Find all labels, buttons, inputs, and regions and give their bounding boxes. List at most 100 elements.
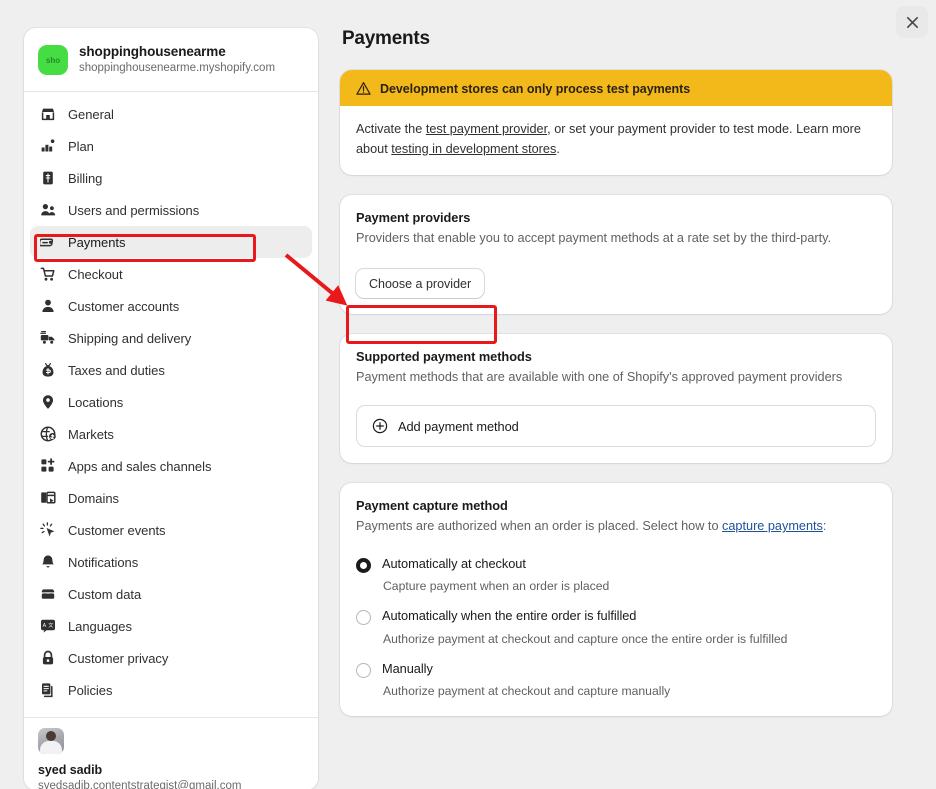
billing-receipt-icon <box>40 170 56 186</box>
cart-icon <box>40 266 56 282</box>
payment-card-icon <box>40 234 56 250</box>
capture-option-help: Authorize payment at checkout and captur… <box>383 684 671 699</box>
chart-plan-icon <box>40 138 56 154</box>
svg-text:文: 文 <box>48 621 54 629</box>
capture-option-3[interactable]: Manually Authorize payment at checkout an… <box>356 661 876 701</box>
user-footer[interactable]: syed sadib syedsadib.contentstrategist@g… <box>24 717 318 789</box>
sidebar-item-customer-accounts[interactable]: Customer accounts <box>30 290 312 322</box>
sidebar-item-domains[interactable]: Domains <box>30 482 312 514</box>
choose-a-provider-button[interactable]: Choose a provider <box>356 269 485 299</box>
sidebar-item-customer-privacy[interactable]: Customer privacy <box>30 642 312 674</box>
capture-option-help: Capture payment when an order is placed <box>383 579 610 594</box>
warning-triangle-icon <box>356 82 371 95</box>
supported-payment-methods-card: Supported payment methods Payment method… <box>340 334 892 464</box>
payment-providers-card: Payment providers Providers that enable … <box>340 195 892 315</box>
sidebar-item-custom-data[interactable]: Custom data <box>30 578 312 610</box>
sidebar-item-billing[interactable]: Billing <box>30 162 312 194</box>
capture-method-radio-group: Automatically at checkout Capture payment… <box>356 555 876 701</box>
radio-button[interactable] <box>356 557 371 573</box>
capture-desc-prefix: Payments are authorized when an order is… <box>356 519 723 534</box>
sidebar-item-label: Plan <box>68 138 94 154</box>
sidebar-item-label: General <box>68 106 114 122</box>
plus-circle-icon <box>372 419 388 434</box>
svg-text:A: A <box>43 623 47 629</box>
store-avatar: sho <box>38 45 68 76</box>
capture-method-description: Payments are authorized when an order is… <box>356 517 876 536</box>
close-icon-button[interactable] <box>896 6 928 38</box>
capture-option-label: Automatically when the entire order is f… <box>382 608 637 624</box>
sidebar-item-label: Custom data <box>68 586 142 602</box>
sidebar-item-label: Users and permissions <box>68 202 200 218</box>
sidebar-item-users-and-permissions[interactable]: Users and permissions <box>30 194 312 226</box>
banner-header: Development stores can only process test… <box>340 70 892 106</box>
map-pin-icon <box>40 394 56 410</box>
domain-window-icon <box>40 490 56 506</box>
sidebar-item-checkout[interactable]: Checkout <box>30 258 312 290</box>
sidebar-item-customer-events[interactable]: Customer events <box>30 514 312 546</box>
truck-icon <box>40 330 56 346</box>
sidebar-item-apps-and-sales-channels[interactable]: Apps and sales channels <box>30 450 312 482</box>
sidebar-item-label: Billing <box>68 170 103 186</box>
settings-nav: General Plan Billing Users and permissions P… <box>24 92 318 706</box>
bell-icon <box>40 554 56 570</box>
policy-document-icon <box>40 682 56 698</box>
supported-methods-description: Payment methods that are available with … <box>356 370 843 385</box>
sidebar-item-label: Taxes and duties <box>68 362 165 378</box>
sidebar-item-label: Apps and sales channels <box>68 458 212 474</box>
sidebar-item-taxes-and-duties[interactable]: Taxes and duties <box>30 354 312 386</box>
store-name: shoppinghousenearme <box>79 44 226 59</box>
banner-title: Development stores can only process test… <box>380 81 691 96</box>
store-domain: shoppinghousenearme.myshopify.com <box>79 61 276 74</box>
sidebar-item-label: Customer events <box>68 522 166 538</box>
sidebar-item-label: Locations <box>68 394 124 410</box>
sidebar-item-label: Customer accounts <box>68 298 180 314</box>
sidebar-item-label: Policies <box>68 682 113 698</box>
capture-option-2[interactable]: Automatically when the entire order is f… <box>356 608 876 648</box>
radio-button[interactable] <box>356 662 371 678</box>
sidebar-item-languages[interactable]: A 文 Languages <box>30 610 312 642</box>
testing-in-development-stores-link[interactable]: testing in development stores <box>391 142 556 156</box>
banner-text-prefix: Activate the <box>356 122 426 136</box>
click-cursor-icon <box>40 522 56 538</box>
capture-option-help: Authorize payment at checkout and captur… <box>383 631 788 646</box>
user-email: syedsadib.contentstrategist@gmail.com <box>38 780 242 789</box>
page-title: Payments <box>342 28 430 49</box>
sidebar-item-shipping-and-delivery[interactable]: Shipping and delivery <box>30 322 312 354</box>
payment-providers-description: Providers that enable you to accept paym… <box>356 231 832 246</box>
sidebar-item-policies[interactable]: Policies <box>30 674 312 706</box>
store-avatar-text: sho <box>45 55 61 65</box>
sidebar-item-label: Customer privacy <box>68 650 169 666</box>
apps-grid-plus-icon <box>40 458 56 474</box>
sidebar-item-locations[interactable]: Locations <box>30 386 312 418</box>
store-icon <box>40 106 56 122</box>
settings-sidebar: sho shoppinghousenearme shoppinghousenea… <box>24 28 318 789</box>
sidebar-item-notifications[interactable]: Notifications <box>30 546 312 578</box>
sidebar-item-payments[interactable]: Payments <box>30 226 312 259</box>
capture-desc-suffix: : <box>822 519 827 534</box>
store-header[interactable]: sho shoppinghousenearme shoppinghousenea… <box>24 28 318 93</box>
capture-option-1[interactable]: Automatically at checkout Capture payment… <box>356 555 876 596</box>
sidebar-item-plan[interactable]: Plan <box>30 130 312 162</box>
dev-store-banner: Development stores can only process test… <box>340 70 892 176</box>
add-payment-method-label: Add payment method <box>398 418 519 434</box>
payment-capture-method-card: Payment capture method Payments are auth… <box>340 483 892 717</box>
supported-methods-title: Supported payment methods <box>356 349 532 365</box>
banner-text-suffix: . <box>556 141 560 156</box>
sidebar-item-label: Checkout <box>68 266 123 282</box>
sidebar-item-label: Notifications <box>68 554 139 570</box>
capture-payments-link[interactable]: capture payments <box>722 519 823 533</box>
capture-option-label: Automatically at checkout <box>382 555 526 571</box>
sidebar-item-markets[interactable]: Markets <box>30 418 312 450</box>
database-icon <box>40 586 56 602</box>
person-icon <box>40 298 56 314</box>
app-window: sho shoppinghousenearme shoppinghousenea… <box>0 0 936 789</box>
translate-icon: A文 <box>40 618 56 634</box>
add-payment-method-button[interactable]: Add payment method <box>356 405 876 448</box>
avatar <box>38 728 64 754</box>
sidebar-item-general[interactable]: General <box>30 98 312 130</box>
main-content: Payments Development stores can only pro… <box>340 28 892 736</box>
sidebar-item-label: Languages <box>68 618 132 634</box>
sidebar-item-label: Payments <box>68 234 126 250</box>
test-payment-provider-link[interactable]: test payment provider <box>426 122 547 136</box>
radio-button[interactable] <box>356 610 371 626</box>
